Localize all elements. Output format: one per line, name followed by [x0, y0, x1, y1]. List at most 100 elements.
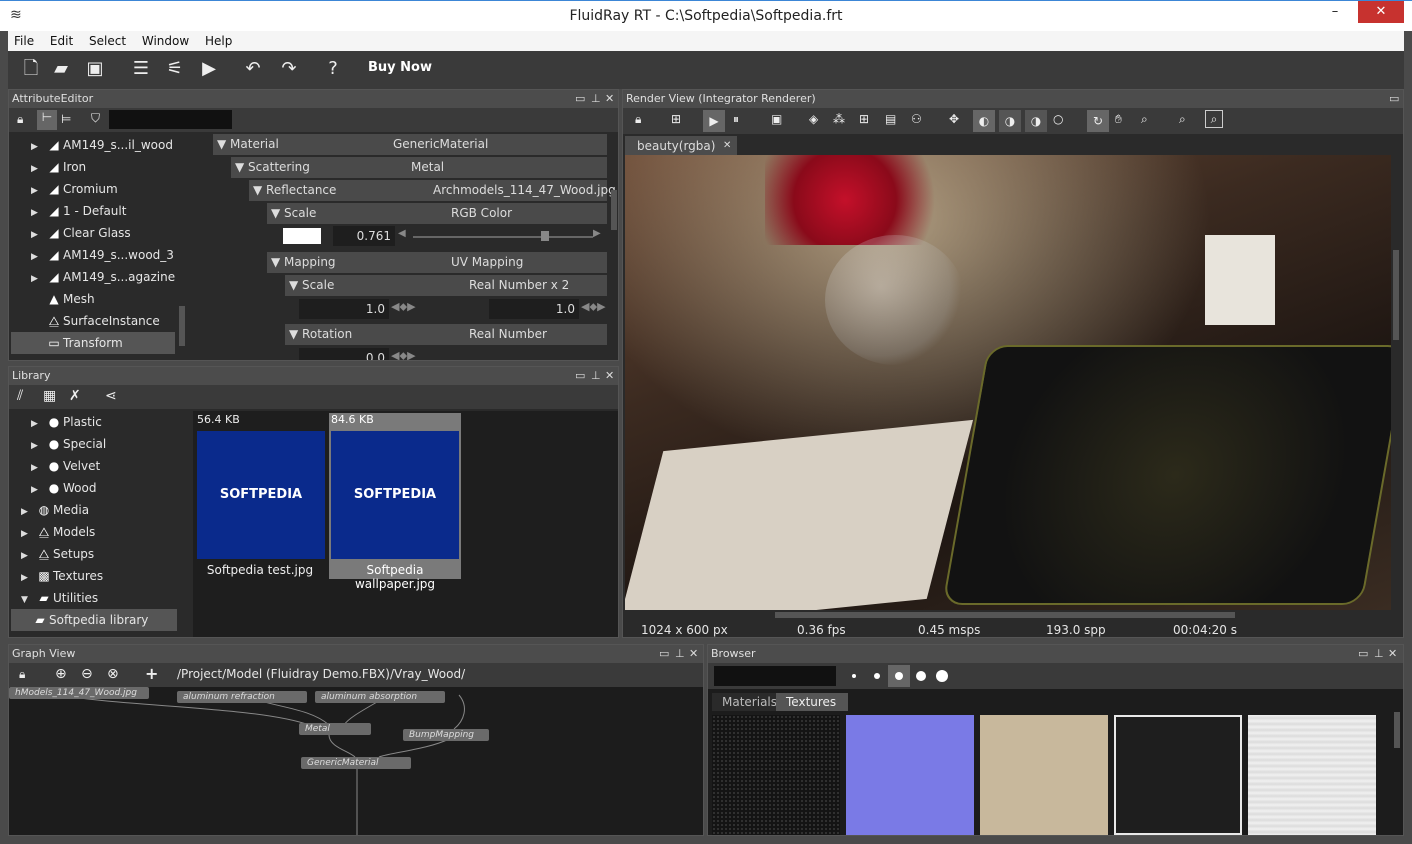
rotation-number-field[interactable]: 0.0: [299, 348, 389, 360]
float-icon[interactable]: ▭: [1358, 645, 1368, 662]
graph-node[interactable]: aluminum absorption: [315, 691, 445, 703]
zoom-out-icon[interactable]: ⊖: [81, 666, 93, 682]
attr-reflectance-row[interactable]: ▼ Reflectance Archmodels_114_47_Wood.jpg: [249, 180, 616, 201]
close-panel-icon[interactable]: ✕: [1388, 645, 1397, 662]
library-tree-item[interactable]: ▶ ● Velvet: [31, 455, 100, 477]
menu-help[interactable]: Help: [199, 31, 238, 50]
mapping-scale-v-field[interactable]: 1.0: [489, 299, 579, 319]
zoom-fit-icon[interactable]: ⌕: [1205, 110, 1223, 128]
library-tree-item[interactable]: ▶ ▩ Textures: [21, 565, 103, 587]
graph-node[interactable]: BumpMapping: [403, 729, 489, 741]
exposure-dark-icon[interactable]: ◑: [1025, 110, 1047, 132]
browser-scrollbar[interactable]: [1394, 712, 1400, 748]
library-tree-item[interactable]: ▶ ◍ Media: [21, 499, 89, 521]
tree-scrollbar[interactable]: [179, 306, 185, 346]
menu-select[interactable]: Select: [83, 31, 132, 50]
tree-item[interactable]: ▶ ◢ Clear Glass: [31, 222, 131, 244]
cube-icon[interactable]: ◈: [809, 112, 818, 126]
exposure-full-icon[interactable]: ◑: [999, 110, 1021, 132]
attr-mapping-scale-row[interactable]: ▼ Scale Real Number x 2: [285, 275, 607, 296]
play-icon[interactable]: ▶: [703, 110, 725, 132]
zoom-reset-icon[interactable]: ⊗: [107, 666, 119, 682]
render-hscroll[interactable]: [775, 612, 1235, 618]
film-camera-icon[interactable]: ⚇: [911, 112, 922, 126]
float-icon[interactable]: ▭: [659, 645, 669, 662]
menu-window[interactable]: Window: [136, 31, 195, 50]
tree-item[interactable]: ▶ ◢ AM149_s...il_wood: [31, 134, 173, 156]
tree-item[interactable]: ▶ ◢ Cromium: [31, 178, 118, 200]
thumb-size-s[interactable]: [874, 673, 880, 679]
library-books-icon[interactable]: ⫽: [17, 388, 23, 404]
library-tree-item[interactable]: ▼ ▰ Utilities: [21, 587, 98, 609]
move-icon[interactable]: ✥: [949, 112, 959, 126]
tree-icon[interactable]: ⊨: [61, 112, 71, 126]
graph-node[interactable]: aluminum refraction: [177, 691, 307, 703]
render-settings-icon[interactable]: ⚟: [162, 56, 188, 82]
tree-item[interactable]: ▶ ◢ Iron: [31, 156, 86, 178]
color-swatch[interactable]: [283, 228, 321, 244]
texture-thumb[interactable]: [1248, 715, 1376, 835]
pan-hand-icon[interactable]: ✋︎: [1115, 112, 1122, 127]
thumb-size-l[interactable]: [916, 671, 926, 681]
lock-icon[interactable]: 🔒︎: [17, 112, 23, 127]
browser-search-input[interactable]: [714, 666, 836, 686]
library-tree-item[interactable]: ▶ ● Wood: [31, 477, 96, 499]
tree-item[interactable]: ▶ ◢ 1 - Default: [31, 200, 126, 222]
close-panel-icon[interactable]: ✕: [605, 90, 614, 107]
zoom-icon[interactable]: ⌕: [1141, 112, 1148, 127]
pause-icon[interactable]: ⏸: [733, 112, 739, 127]
settings-sliders-icon[interactable]: ☰: [128, 56, 154, 82]
pin-icon[interactable]: ⊥: [591, 367, 601, 384]
pin-icon[interactable]: ⊥: [591, 90, 601, 107]
zoom-in-icon[interactable]: ⊕: [55, 666, 67, 682]
close-button[interactable]: ✕: [1358, 1, 1404, 23]
attribute-search-input[interactable]: [109, 110, 232, 129]
save-image-icon[interactable]: ▣: [771, 112, 782, 126]
library-tree-item[interactable]: ▶ ⧋ Models: [21, 521, 95, 543]
tab-beauty[interactable]: beauty(rgba) ✕: [625, 136, 737, 156]
attr-scattering-row[interactable]: ▼ Scattering Metal: [231, 157, 607, 178]
lock-icon[interactable]: 🔒︎: [19, 667, 25, 682]
graph-node[interactable]: Metal: [299, 723, 371, 735]
zoom-region-icon[interactable]: ⌕: [1179, 112, 1186, 127]
objects-icon[interactable]: ⁂: [833, 112, 845, 126]
share-icon[interactable]: ⋖: [105, 388, 117, 404]
texture-thumb[interactable]: [846, 715, 974, 835]
camera-add-icon[interactable]: ⊞: [671, 112, 681, 126]
stepper-arrows-icon[interactable]: ◀⬥▶: [391, 349, 416, 360]
layout-icon[interactable]: ⊞: [859, 112, 869, 126]
save-icon[interactable]: ▣: [82, 56, 108, 82]
menu-edit[interactable]: Edit: [44, 31, 79, 50]
render-image[interactable]: [625, 155, 1391, 610]
float-icon[interactable]: ▭: [1389, 90, 1399, 107]
circle-icon[interactable]: ○: [1053, 112, 1063, 126]
thumb-size-xs[interactable]: [852, 674, 856, 678]
texture-thumb[interactable]: [712, 715, 840, 835]
library-tree-item-selected[interactable]: ▰ Softpedia library: [11, 609, 177, 631]
frame-icon[interactable]: ▤: [885, 112, 896, 126]
stepper-arrows-icon[interactable]: ◀⬥▶: [581, 300, 606, 314]
lock-icon[interactable]: 🔒︎: [635, 112, 641, 127]
pin-icon[interactable]: ⊥: [675, 645, 685, 662]
graph-node[interactable]: GenericMaterial: [301, 757, 411, 769]
add-library-icon[interactable]: ▦: [43, 388, 56, 404]
library-tree-item[interactable]: ▶ ● Special: [31, 433, 106, 455]
attr-scale-row[interactable]: ▼ Scale RGB Color: [267, 203, 607, 224]
tree-item[interactable]: ▶ ◢ AM149_s...wood_3: [31, 244, 174, 266]
library-item[interactable]: 56.4 KB SOFTPEDIA Softpedia test.jpg: [195, 413, 325, 579]
filter-icon[interactable]: ⛉: [91, 111, 100, 126]
exposure-half-icon[interactable]: ◐: [973, 110, 995, 132]
thumb-size-xl[interactable]: [936, 670, 948, 682]
tab-textures[interactable]: Textures: [776, 693, 848, 711]
close-panel-icon[interactable]: ✕: [605, 367, 614, 384]
texture-thumb[interactable]: [1114, 715, 1242, 835]
close-panel-icon[interactable]: ✕: [689, 645, 698, 662]
scale-slider-handle[interactable]: [541, 231, 549, 241]
tree-item-selected[interactable]: ▭ Transform: [11, 332, 175, 354]
render-vscroll[interactable]: [1393, 250, 1399, 340]
attr-rotation-row[interactable]: ▼ Rotation Real Number: [285, 324, 607, 345]
library-item-selected[interactable]: 84.6 KB SOFTPEDIA Softpedia wallpaper.jp…: [329, 413, 461, 591]
hierarchy-icon[interactable]: ⊢: [37, 110, 57, 130]
new-file-icon[interactable]: 🗋: [18, 56, 44, 82]
slider-left-arrow-icon[interactable]: ◀: [398, 228, 406, 239]
